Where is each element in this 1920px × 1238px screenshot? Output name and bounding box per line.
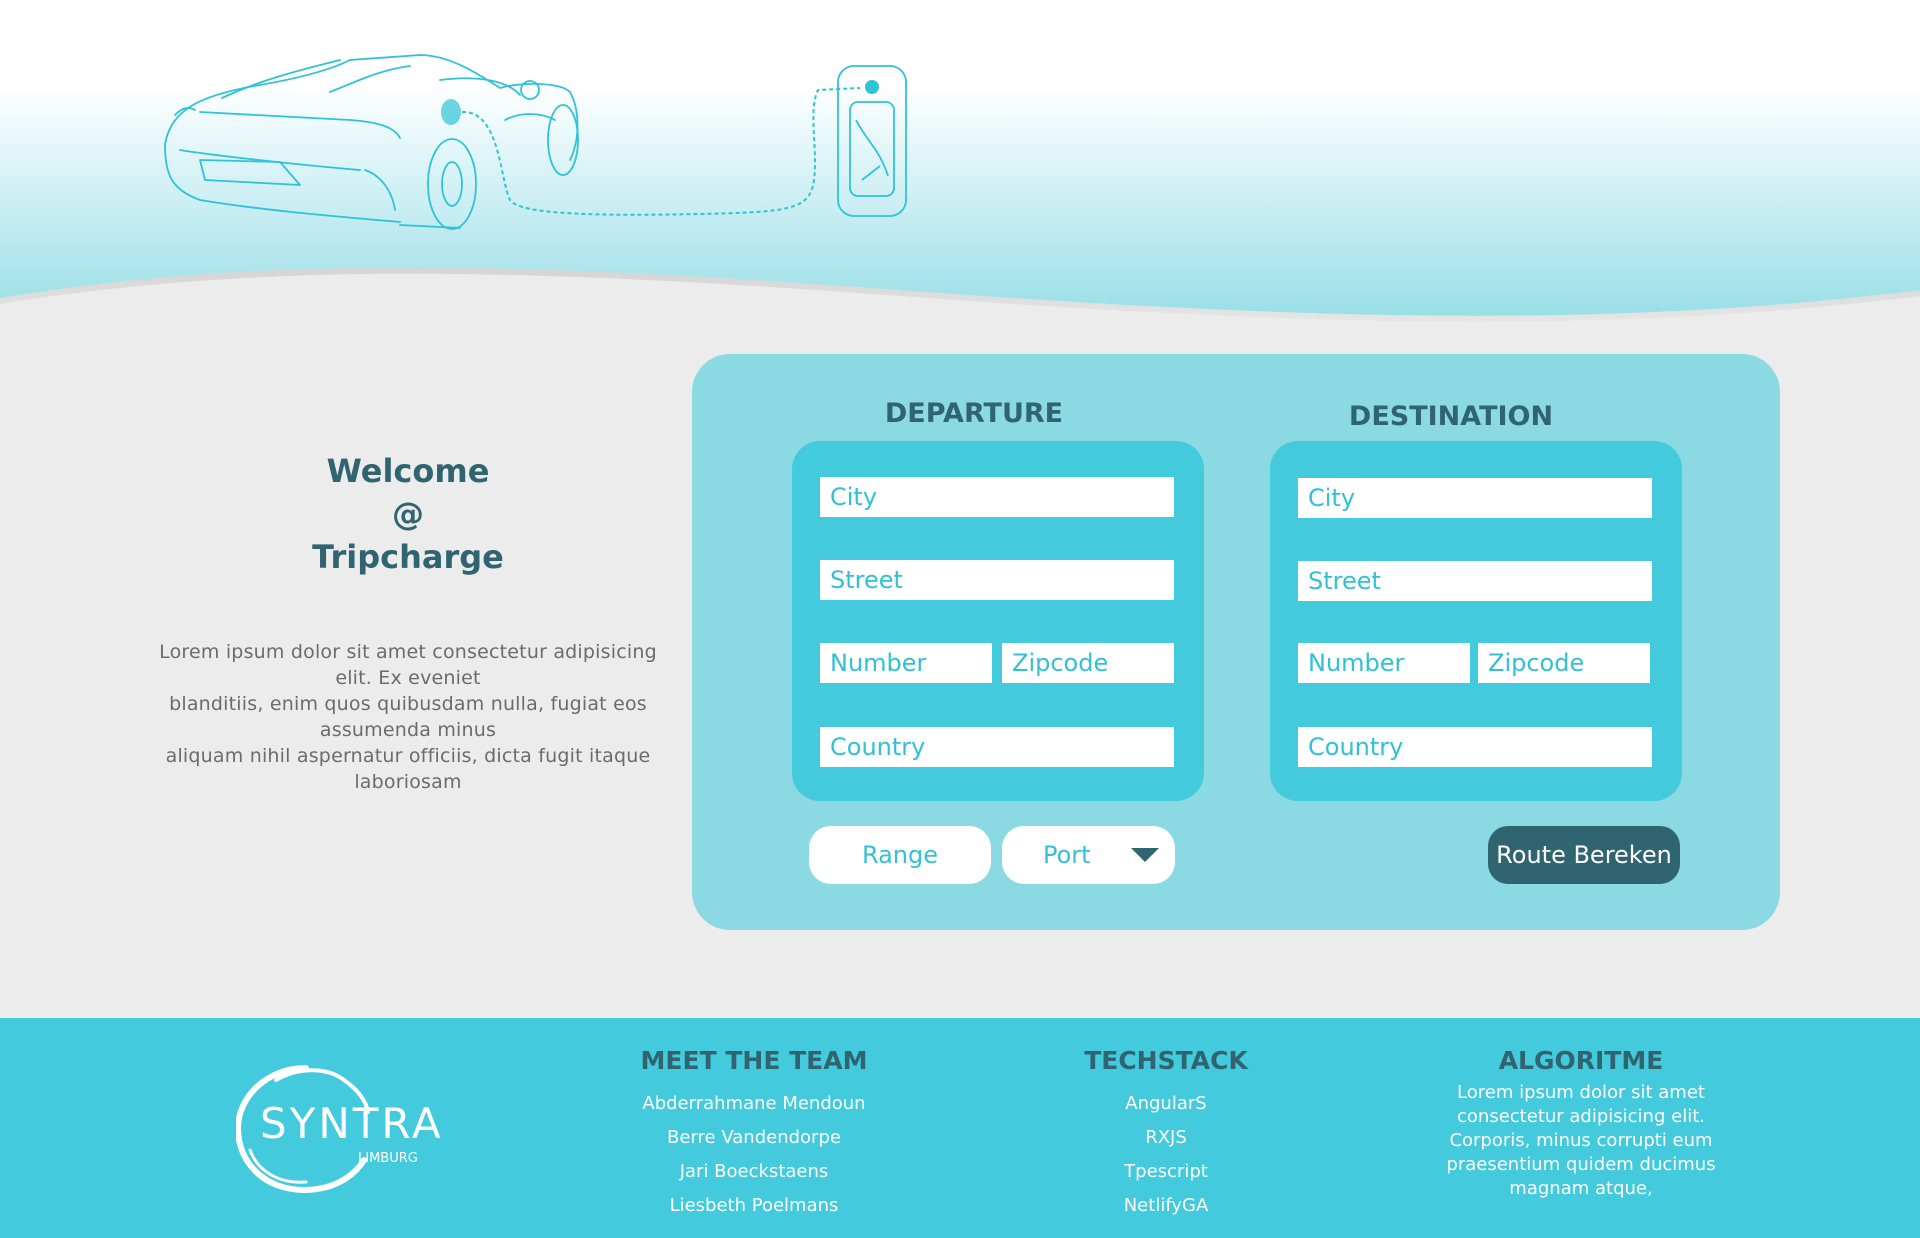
- departure-country-input[interactable]: [820, 727, 1174, 767]
- hero-illustration: [0, 0, 1920, 340]
- footer: SYNTRA LIMBURG MEET THE TEAM Abderrahman…: [0, 1018, 1920, 1238]
- svg-text:SYNTRA: SYNTRA: [260, 1099, 444, 1148]
- team-title: MEET THE TEAM: [640, 1046, 868, 1075]
- team-member: Jari Boeckstaens: [679, 1161, 829, 1182]
- destination-title: DESTINATION: [1348, 401, 1554, 432]
- tech-item: Tpescript: [1124, 1161, 1208, 1182]
- algoritme-title: ALGORITME: [1498, 1046, 1664, 1075]
- departure-zipcode-input[interactable]: [1002, 643, 1174, 683]
- svg-text:LIMBURG: LIMBURG: [358, 1151, 418, 1166]
- destination-country-input[interactable]: [1298, 727, 1652, 767]
- welcome-section: Welcome @ Tripcharge Lorem ipsum dolor s…: [158, 450, 658, 795]
- port-label: Port: [1043, 841, 1091, 869]
- algoritme-column: ALGORITME Lorem ipsum dolor sit amet con…: [1446, 1046, 1716, 1201]
- algoritme-line: consectetur adipisicing elit.: [1457, 1106, 1705, 1127]
- hero-banner: [0, 0, 1920, 340]
- range-label: Range: [861, 841, 939, 869]
- tech-item: NetlifyGA: [1123, 1195, 1209, 1216]
- algoritme-line: Lorem ipsum dolor sit amet: [1457, 1082, 1705, 1103]
- welcome-title-line1: Welcome: [326, 452, 490, 490]
- destination-street-input[interactable]: [1298, 561, 1652, 601]
- destination-card: [1270, 441, 1682, 801]
- team-member: Berre Vandendorpe: [667, 1127, 841, 1148]
- intro-line: blanditiis, enim quos quibusdam nulla, f…: [169, 693, 647, 715]
- intro-line: elit. Ex eveniet: [335, 667, 481, 689]
- departure-title: DEPARTURE: [884, 398, 1064, 429]
- algoritme-line: Corporis, minus corrupti eum: [1449, 1130, 1713, 1151]
- intro-line: laboriosam: [354, 771, 462, 793]
- algoritme-line: praesentium quidem ducimus: [1446, 1154, 1716, 1175]
- welcome-title-line2: @: [392, 495, 424, 533]
- tech-item: RXJS: [1145, 1127, 1187, 1148]
- techstack-title: TECHSTACK: [1084, 1046, 1248, 1075]
- route-bereken-button[interactable]: Route Bereken: [1488, 826, 1680, 884]
- techstack-column: TECHSTACK AngularS RXJS Tpescript Netlif…: [1066, 1046, 1266, 1223]
- algoritme-line: magnam atque,: [1509, 1178, 1653, 1199]
- departure-card: [792, 441, 1204, 801]
- team-member: Abderrahmane Mendoun: [642, 1093, 866, 1114]
- departure-number-input[interactable]: [820, 643, 992, 683]
- chevron-down-icon: [1131, 848, 1159, 862]
- destination-city-input[interactable]: [1298, 478, 1652, 518]
- destination-zipcode-input[interactable]: [1478, 643, 1650, 683]
- team-column: MEET THE TEAM Abderrahmane Mendoun Berre…: [614, 1046, 894, 1223]
- intro-line: Lorem ipsum dolor sit amet consectetur a…: [159, 641, 657, 663]
- range-input[interactable]: Range: [809, 826, 991, 884]
- syntra-logo-icon: SYNTRA LIMBURG: [234, 1065, 444, 1194]
- departure-city-input[interactable]: [820, 477, 1174, 517]
- intro-line: assumenda minus: [319, 719, 497, 741]
- departure-street-input[interactable]: [820, 560, 1174, 600]
- port-select[interactable]: Port: [1002, 826, 1175, 884]
- welcome-title: Welcome @ Tripcharge: [158, 450, 658, 579]
- route-form-panel: DEPARTURE DESTINATION Range Port Route B…: [692, 354, 1780, 930]
- tech-item: AngularS: [1125, 1093, 1207, 1114]
- intro-text: Lorem ipsum dolor sit amet consectetur a…: [158, 639, 658, 795]
- team-member: Liesbeth Poelmans: [669, 1195, 839, 1216]
- welcome-title-line3: Tripcharge: [312, 538, 504, 576]
- intro-line: aliquam nihil aspernatur officiis, dicta…: [165, 745, 651, 767]
- destination-number-input[interactable]: [1298, 643, 1470, 683]
- syntra-logo: SYNTRA LIMBURG: [234, 1060, 446, 1205]
